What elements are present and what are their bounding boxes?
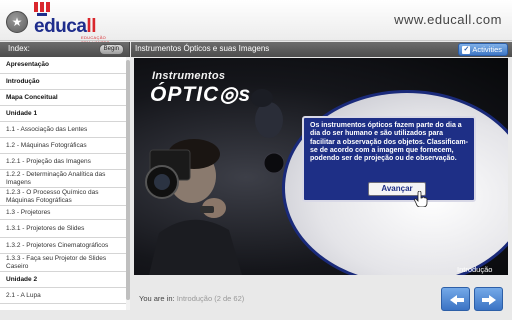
sidebar-item[interactable]: Mapa Conceitual [0, 90, 126, 106]
previous-button[interactable] [441, 287, 470, 311]
content-title-bar: Instrumentos Ópticos e suas Imagens ✓ Ac… [131, 42, 512, 57]
sidebar-item[interactable]: 1.2.2 - Determinação Analítica das Image… [0, 170, 126, 188]
index-header: Index: Begin [0, 42, 130, 57]
footer-bar: You are in: Introdução (2 de 62) [131, 280, 512, 320]
pointer-hand-icon [414, 191, 428, 207]
sidebar-item[interactable]: 1.2.3 - O Processo Químico das Máquinas … [0, 188, 126, 206]
activities-button[interactable]: ✓ Activities [458, 43, 508, 56]
lesson-stage: Instrumentos ÓPTIC◎s Os instrumentos ópt… [134, 58, 508, 275]
section-label: Introdução [457, 265, 493, 274]
next-button[interactable] [474, 287, 503, 311]
location-indicator: You are in: Introdução (2 de 62) [139, 294, 244, 303]
location-value: Introdução (2 de 62) [176, 294, 245, 303]
star-icon[interactable]: ★ [6, 11, 28, 33]
stage-title-line2: ÓPTIC◎s [150, 83, 252, 106]
sidebar-item[interactable]: 2.1 - A Lupa [0, 288, 126, 304]
app-header: ★ educall EDUCAÇÃO SEM LIMITES www.educa… [0, 0, 512, 45]
page-title: Instrumentos Ópticos e suas Imagens [135, 44, 270, 53]
sidebar-item[interactable]: 1.3.2 - Projetores Cinematográficos [0, 238, 126, 254]
sidebar-item[interactable]: Unidade 2 [0, 272, 126, 288]
activities-label: Activities [472, 45, 502, 54]
sidebar-item[interactable]: 1.3.1 - Projetores de Slides [0, 220, 126, 238]
checkbox-icon: ✓ [462, 45, 471, 54]
educall-logo[interactable]: educall EDUCAÇÃO SEM LIMITES [34, 2, 114, 45]
index-label: Index: [8, 44, 30, 53]
sidebar-item[interactable]: 1.3 - Projetores [0, 206, 126, 220]
begin-button[interactable]: Begin [98, 44, 124, 55]
site-url: www.educall.com [394, 12, 502, 27]
stage-title-line1: Instrumentos [152, 70, 226, 82]
sidebar-item[interactable]: Unidade 1 [0, 106, 126, 122]
index-list: Apresentação Introdução Mapa Conceitual Uni… [0, 57, 130, 310]
sidebar-item[interactable]: Apresentação [0, 57, 126, 74]
sidebar-item[interactable]: 1.1 - Associação das Lentes [0, 122, 126, 138]
sidebar-item[interactable]: 1.3.3 - Faça seu Projetor de Slides Case… [0, 254, 126, 272]
sidebar-item[interactable]: 1.2.1 - Projeção das Imagens [0, 154, 126, 170]
logo-mark [34, 2, 50, 16]
sidebar-scroll-thumb[interactable] [126, 60, 130, 300]
sidebar-item[interactable]: Introdução [0, 74, 126, 90]
sidebar-item[interactable]: 1.2 - Máquinas Fotográficas [0, 138, 126, 154]
you-are-in-label: You are in: [139, 294, 175, 303]
sidebar-footer [0, 310, 130, 320]
